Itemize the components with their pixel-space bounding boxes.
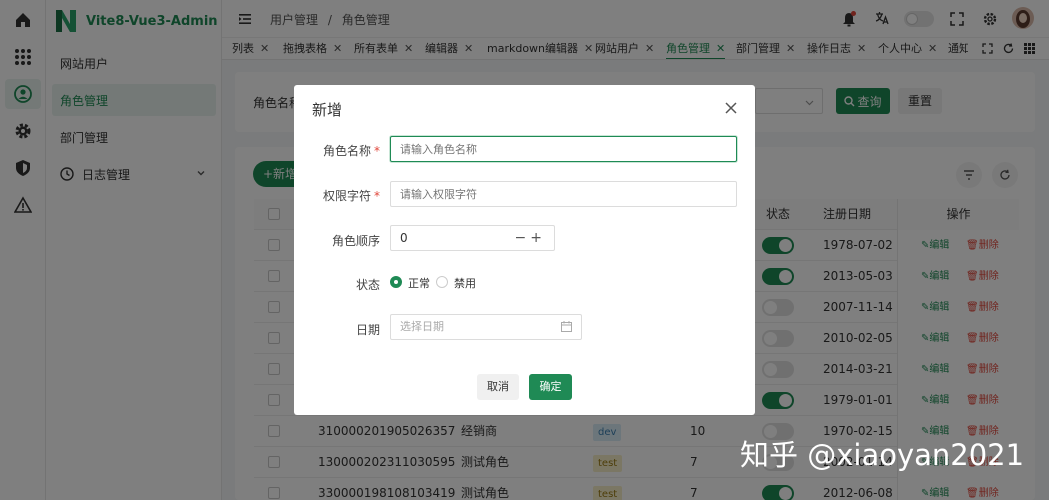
status-radio-group: 正常 禁用 <box>390 271 510 293</box>
status-label: 状态 <box>355 278 380 292</box>
stepper-buttons: −+ <box>515 226 546 250</box>
role-order-stepper[interactable]: 0 −+ <box>390 225 555 251</box>
add-role-modal: 新增 角色名称* 权限字符* 角色顺序 0 −+ 状态 正常 禁用 日期 选择日… <box>294 85 755 415</box>
status-normal-radio[interactable] <box>390 276 402 288</box>
status-normal-label[interactable]: 正常 <box>408 275 430 291</box>
status-disabled-radio[interactable] <box>436 276 448 288</box>
minus-icon[interactable]: − <box>515 230 531 246</box>
status-disabled-label[interactable]: 禁用 <box>454 275 476 291</box>
modal-title: 新增 <box>312 101 343 119</box>
date-placeholder: 选择日期 <box>400 320 444 333</box>
date-label: 日期 <box>355 323 380 337</box>
permission-key-input[interactable] <box>390 181 737 207</box>
role-order-label: 角色顺序 <box>331 234 380 248</box>
date-picker[interactable]: 选择日期 <box>390 314 582 340</box>
role-name-label: 角色名称 * <box>322 144 380 158</box>
role-name-input[interactable] <box>390 136 737 162</box>
role-order-value: 0 <box>400 231 408 245</box>
calendar-icon <box>561 321 572 332</box>
cancel-button[interactable]: 取消 <box>477 374 519 400</box>
close-icon[interactable] <box>725 102 737 114</box>
plus-icon[interactable]: + <box>530 230 546 246</box>
watermark: 知乎 @xiaoyan2021 <box>740 438 1025 472</box>
permission-key-label: 权限字符 * <box>322 189 380 203</box>
confirm-button[interactable]: 确定 <box>529 374 572 400</box>
